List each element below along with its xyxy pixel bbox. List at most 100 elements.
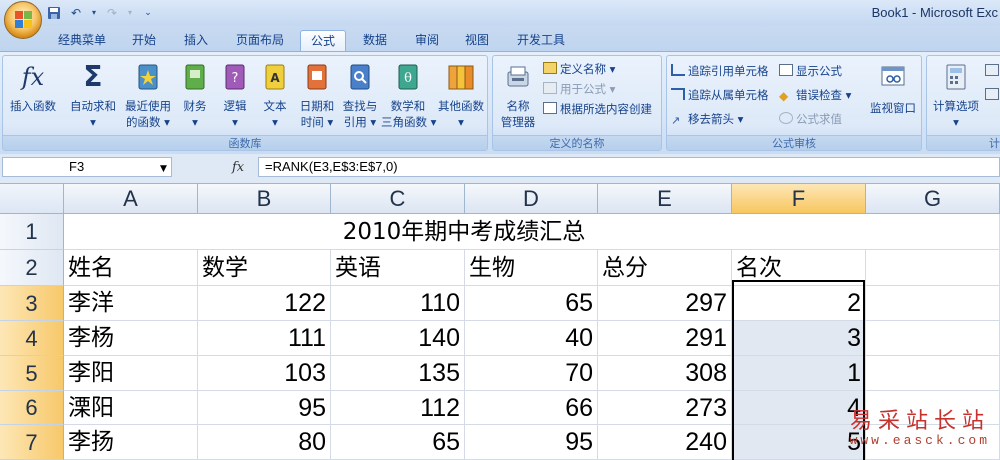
cell-english[interactable]: 110: [331, 286, 465, 321]
tab-home[interactable]: 开始: [122, 30, 166, 52]
tab-page-layout[interactable]: 页面布局: [228, 30, 292, 52]
cell-math[interactable]: 80: [198, 425, 331, 460]
row-header-4[interactable]: 4: [0, 321, 64, 356]
cell-math[interactable]: 122: [198, 286, 331, 321]
trace-precedents-button[interactable]: 追踪引用单元格: [671, 62, 769, 80]
trace-dependents-button[interactable]: 追踪从属单元格: [671, 86, 769, 104]
cell-biology[interactable]: 66: [465, 391, 598, 425]
name-box[interactable]: F3: [2, 157, 172, 177]
calculate-now-button[interactable]: [985, 62, 1000, 80]
header-cell-rank[interactable]: 名次: [732, 250, 866, 286]
remove-arrows-button[interactable]: ↗ 移去箭头 ▾: [671, 110, 743, 128]
name-manager-button[interactable]: 名称 管理器: [495, 60, 541, 132]
cell-math[interactable]: 111: [198, 321, 331, 356]
save-icon[interactable]: [46, 5, 62, 21]
cell-g5[interactable]: [866, 356, 1000, 391]
header-cell-total[interactable]: 总分: [598, 250, 732, 286]
redo-icon[interactable]: ↷: [104, 5, 120, 21]
name-box-dropdown-icon[interactable]: ▼: [160, 164, 167, 174]
tab-data[interactable]: 数据: [354, 30, 396, 52]
define-name-button[interactable]: 定义名称 ▾: [543, 60, 615, 78]
cell-biology[interactable]: 65: [465, 286, 598, 321]
text-button[interactable]: A 文本 ▾: [255, 60, 295, 132]
office-button[interactable]: [4, 1, 42, 39]
cell-biology[interactable]: 40: [465, 321, 598, 356]
cell-total[interactable]: 240: [598, 425, 732, 460]
cell-biology[interactable]: 95: [465, 425, 598, 460]
cell-g3[interactable]: [866, 286, 1000, 321]
header-cell-math[interactable]: 数学: [198, 250, 331, 286]
cell-english[interactable]: 135: [331, 356, 465, 391]
watch-window-button[interactable]: 监视窗口: [867, 60, 919, 132]
logical-button[interactable]: ? 逻辑 ▾: [215, 60, 255, 132]
cell-math[interactable]: 103: [198, 356, 331, 391]
cell-name[interactable]: 溧阳: [64, 391, 198, 425]
evaluate-formula-button[interactable]: 公式求值: [779, 110, 842, 128]
column-header-d[interactable]: D: [465, 184, 598, 214]
header-cell-name[interactable]: 姓名: [64, 250, 198, 286]
header-cell-english[interactable]: 英语: [331, 250, 465, 286]
date-time-button[interactable]: 日期和 时间 ▾: [295, 60, 339, 132]
calculate-sheet-button[interactable]: [985, 86, 1000, 104]
sheet-title-cell[interactable]: 2010年期中考成绩汇总: [64, 214, 864, 250]
use-in-formula-button[interactable]: 用于公式 ▾: [543, 80, 615, 98]
column-header-e[interactable]: E: [598, 184, 732, 214]
tab-classic-menu[interactable]: 经典菜单: [50, 30, 114, 52]
row-header-7[interactable]: 7: [0, 425, 64, 460]
cell-total[interactable]: 273: [598, 391, 732, 425]
lookup-reference-button[interactable]: 查找与 引用 ▾: [339, 60, 381, 132]
column-header-a[interactable]: A: [64, 184, 198, 214]
undo-icon[interactable]: ↶: [68, 5, 84, 21]
cell-biology[interactable]: 70: [465, 356, 598, 391]
error-checking-button[interactable]: ◆ 错误检查 ▾: [779, 86, 851, 104]
column-header-b[interactable]: B: [198, 184, 331, 214]
formula-input[interactable]: =RANK(E3,E$3:E$7,0): [258, 157, 1000, 177]
cell-english[interactable]: 112: [331, 391, 465, 425]
customize-qat-icon[interactable]: ⌄: [140, 5, 156, 21]
insert-function-fx-icon[interactable]: fx: [232, 160, 244, 175]
cell-total[interactable]: 308: [598, 356, 732, 391]
column-header-f[interactable]: F: [732, 184, 866, 214]
tab-developer[interactable]: 开发工具: [508, 30, 574, 52]
cell-total[interactable]: 297: [598, 286, 732, 321]
more-functions-button[interactable]: 其他函数 ▾: [435, 60, 487, 132]
cell-name[interactable]: 李洋: [64, 286, 198, 321]
cell-english[interactable]: 65: [331, 425, 465, 460]
financial-button[interactable]: 财务 ▾: [175, 60, 215, 132]
row-header-5[interactable]: 5: [0, 356, 64, 391]
row-header-1[interactable]: 1: [0, 214, 64, 250]
cell-name[interactable]: 李扬: [64, 425, 198, 460]
tab-formulas[interactable]: 公式: [300, 30, 346, 52]
cell-english[interactable]: 140: [331, 321, 465, 356]
select-all-corner[interactable]: [0, 184, 64, 214]
redo-dropdown-icon[interactable]: ▾: [126, 5, 134, 21]
tab-view[interactable]: 视图: [456, 30, 498, 52]
undo-dropdown-icon[interactable]: ▾: [90, 5, 98, 21]
cell-rank-active[interactable]: 2: [732, 286, 866, 321]
row-header-3[interactable]: 3: [0, 286, 64, 321]
header-cell-biology[interactable]: 生物: [465, 250, 598, 286]
show-formulas-button[interactable]: 显示公式: [779, 62, 842, 80]
cell-math[interactable]: 95: [198, 391, 331, 425]
cell-rank[interactable]: 3: [732, 321, 866, 356]
row-header-2[interactable]: 2: [0, 250, 64, 286]
cell-rank[interactable]: 1: [732, 356, 866, 391]
tab-review[interactable]: 审阅: [406, 30, 448, 52]
cell-rank[interactable]: 4: [732, 391, 866, 425]
calculation-options-button[interactable]: 计算选项 ▾: [929, 60, 983, 132]
math-trig-button[interactable]: θ 数学和 三角函数 ▾: [381, 60, 436, 132]
cell-name[interactable]: 李杨: [64, 321, 198, 356]
cell-g4[interactable]: [866, 321, 1000, 356]
tab-insert[interactable]: 插入: [174, 30, 218, 52]
column-header-c[interactable]: C: [331, 184, 465, 214]
cell-total[interactable]: 291: [598, 321, 732, 356]
insert-function-button[interactable]: fx 插入函数: [5, 60, 61, 132]
cell-g1[interactable]: [864, 214, 1000, 250]
recently-used-button[interactable]: 最近使用 的函数 ▾: [121, 60, 175, 132]
row-header-6[interactable]: 6: [0, 391, 64, 425]
autosum-button[interactable]: Σ 自动求和 ▾: [65, 60, 121, 132]
cell-rank[interactable]: 5: [732, 425, 866, 460]
cell-g2[interactable]: [866, 250, 1000, 286]
column-header-g[interactable]: G: [866, 184, 1000, 214]
create-from-selection-button[interactable]: 根据所选内容创建: [543, 100, 652, 118]
